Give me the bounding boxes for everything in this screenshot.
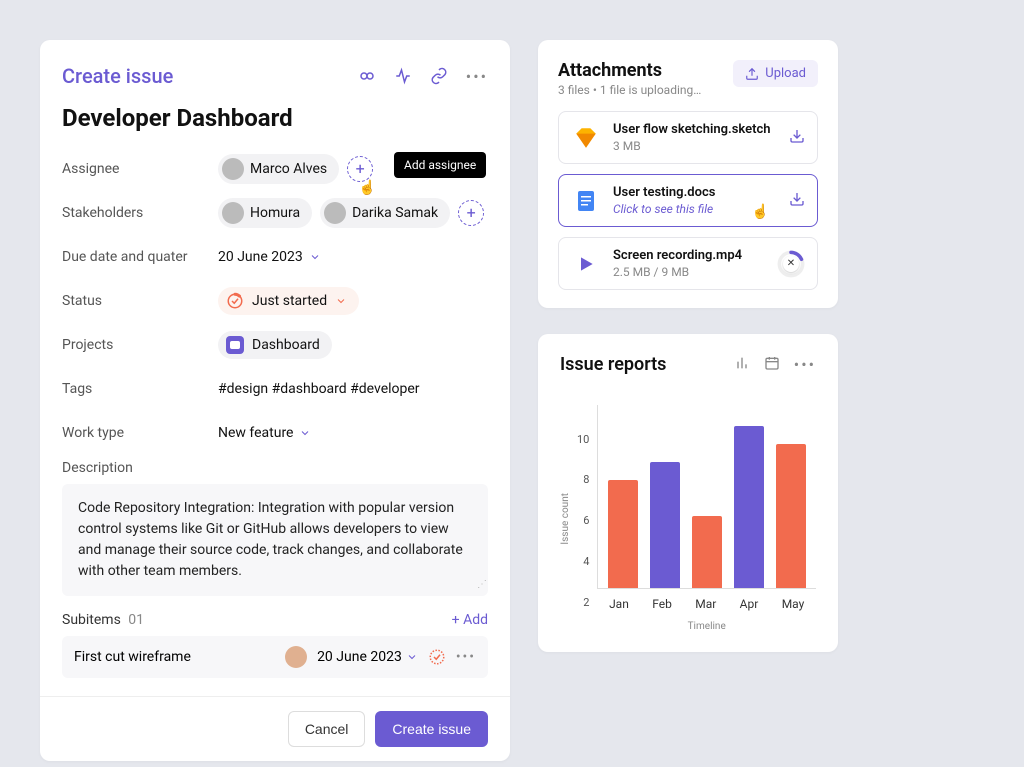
x-axis-label: Timeline [597, 621, 816, 632]
add-assignee-tooltip: Add assignee [394, 152, 486, 178]
file-size: 3 MB [613, 139, 777, 153]
attachments-title: Attachments [558, 60, 701, 81]
worktype-label: Work type [62, 425, 218, 441]
projects-label: Projects [62, 337, 218, 353]
description-label: Description [62, 460, 488, 476]
status-label: Status [62, 293, 218, 309]
tags-value[interactable]: #design #dashboard #developer [218, 381, 420, 397]
file-name: User testing.docs [613, 185, 777, 200]
bar[interactable] [608, 480, 638, 588]
y-tick: 6 [577, 514, 589, 527]
subitems-label: Subitems [62, 612, 121, 628]
sketch-file-icon [571, 123, 601, 153]
y-axis-ticks: 10 8 6 4 2 [577, 429, 589, 609]
panel-title: Create issue [62, 64, 173, 88]
create-issue-button[interactable]: Create issue [375, 711, 488, 747]
add-assignee-button[interactable]: + ☝️ [347, 156, 373, 182]
status-select[interactable]: Just started [218, 287, 359, 315]
link-icon[interactable] [430, 67, 448, 85]
download-icon[interactable] [789, 191, 805, 211]
docs-file-icon [571, 186, 601, 216]
more-icon[interactable]: ••• [794, 355, 816, 374]
assignee-label: Assignee [62, 161, 218, 177]
tags-label: Tags [62, 381, 218, 397]
watch-icon[interactable] [358, 67, 376, 85]
calendar-icon[interactable] [764, 355, 780, 371]
form-footer: Cancel Create issue [40, 696, 510, 761]
attachments-card: Attachments 3 files • 1 file is uploadin… [538, 40, 838, 308]
description-textarea[interactable]: Code Repository Integration: Integration… [62, 484, 488, 596]
x-tick: May [782, 597, 805, 611]
project-chip[interactable]: Dashboard [218, 331, 332, 359]
worktype-select[interactable]: New feature [218, 425, 311, 441]
y-tick: 8 [577, 473, 589, 486]
stakeholder-chip[interactable]: Homura [218, 198, 312, 228]
create-issue-card: Create issue ••• Developer Dashboard Add… [40, 40, 510, 761]
file-name: Screen recording.mp4 [613, 248, 765, 263]
cancel-button[interactable]: Cancel [288, 711, 366, 747]
subitems-count: 01 [128, 612, 144, 628]
cancel-upload-button[interactable]: ✕ [783, 256, 799, 272]
chevron-down-icon [406, 651, 418, 663]
attachments-subtitle: 3 files • 1 file is uploading… [558, 83, 701, 97]
issue-title[interactable]: Developer Dashboard [62, 104, 488, 132]
bar[interactable] [692, 516, 722, 588]
y-tick: 4 [577, 555, 589, 568]
chevron-down-icon [335, 295, 347, 307]
add-subitem-button[interactable]: + Add [452, 612, 488, 628]
bar[interactable] [650, 462, 680, 588]
bar[interactable] [734, 426, 764, 588]
video-file-icon [571, 249, 601, 279]
attachment-row[interactable]: User flow sketching.sketch 3 MB [558, 111, 818, 164]
x-axis-ticks: Jan Feb Mar Apr May [597, 597, 816, 611]
file-name: User flow sketching.sketch [613, 122, 777, 137]
avatar-icon [285, 646, 307, 668]
add-stakeholder-button[interactable]: + [458, 200, 484, 226]
bar-chart-icon[interactable] [734, 355, 750, 371]
subitem-date-picker[interactable]: 20 June 2023 [317, 649, 418, 665]
y-axis-label: Issue count [560, 493, 571, 545]
more-icon[interactable]: ••• [456, 649, 476, 665]
avatar-icon [222, 158, 244, 180]
download-icon[interactable] [789, 128, 805, 148]
project-icon [226, 336, 244, 354]
subitem-name: First cut wireframe [74, 649, 275, 665]
upload-button[interactable]: Upload [733, 60, 818, 87]
activity-icon[interactable] [394, 67, 412, 85]
assignee-chip[interactable]: Marco Alves [218, 154, 339, 184]
stakeholder-chip[interactable]: Darika Samak [320, 198, 450, 228]
attachment-row-uploading[interactable]: Screen recording.mp4 2.5 MB / 9 MB ✕ [558, 237, 818, 290]
status-ring-icon[interactable] [428, 648, 446, 666]
due-date-label: Due date and quater [62, 249, 218, 265]
assignee-name: Marco Alves [250, 161, 327, 177]
chart-plot-area [597, 405, 816, 589]
chart-body: Issue count 10 8 6 4 2 Jan Feb Mar Apr May Timel… [560, 405, 816, 632]
chevron-down-icon [299, 427, 311, 439]
pointer-cursor-icon: ☝️ [359, 181, 376, 195]
chart-title: Issue reports [560, 354, 666, 375]
subitem-row[interactable]: First cut wireframe 20 June 2023 ••• [62, 636, 488, 678]
status-ring-icon [226, 292, 244, 310]
avatar-icon [222, 202, 244, 224]
header-actions: ••• [358, 67, 488, 86]
issue-reports-card: Issue reports ••• Issue count 10 8 6 4 2 Jan… [538, 334, 838, 652]
more-icon[interactable]: ••• [466, 67, 488, 86]
resize-handle-icon[interactable]: ⋰ [477, 577, 484, 592]
chevron-down-icon [309, 251, 321, 263]
upload-icon [745, 67, 759, 81]
attachment-row[interactable]: User testing.docs Click to see this file… [558, 174, 818, 227]
y-tick: 2 [577, 596, 589, 609]
due-date-picker[interactable]: 20 June 2023 [218, 249, 321, 265]
x-tick: Mar [695, 597, 716, 611]
x-tick: Feb [652, 597, 672, 611]
stakeholders-label: Stakeholders [62, 205, 218, 221]
x-tick: Jan [609, 597, 629, 611]
y-tick: 10 [577, 433, 589, 446]
x-tick: Apr [740, 597, 759, 611]
upload-progress-ring: ✕ [777, 250, 805, 278]
bar[interactable] [776, 444, 806, 588]
file-hint: Click to see this file [613, 202, 777, 216]
file-progress: 2.5 MB / 9 MB [613, 265, 765, 279]
avatar-icon [324, 202, 346, 224]
